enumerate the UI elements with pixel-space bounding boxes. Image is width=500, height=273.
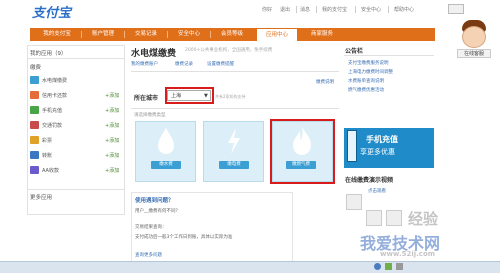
add-link[interactable]: +添加 [105, 137, 119, 144]
lottery-icon [30, 136, 39, 144]
phone-icon [347, 130, 357, 162]
divider [316, 6, 317, 13]
taskbar [0, 261, 500, 273]
add-link[interactable]: +添加 [105, 167, 119, 174]
divider [388, 6, 389, 13]
divider [124, 31, 125, 38]
notice-item[interactable]: 支付宝缴费服务说明 [348, 60, 389, 66]
sidebar-item-lottery[interactable]: 彩票 [42, 137, 52, 144]
nav-account[interactable]: 账户管理 [83, 28, 123, 41]
video-thumbnail[interactable] [366, 210, 382, 226]
notice-title: 公告栏 [345, 48, 364, 55]
sidebar-item-traffic-fine[interactable]: 交通罚款 [42, 122, 62, 129]
credit-card-icon [30, 91, 39, 99]
divider [27, 189, 125, 190]
chevron-down-icon[interactable]: ▼ [204, 93, 208, 99]
nav-transactions[interactable]: 交易记录 [126, 28, 166, 41]
main-nav: 我的支付宝 账户管理 交易记录 安全中心 会员等级 应用中心 商家服务 [30, 28, 435, 41]
faq-line: 支付成功后一般3个工作日到账，具体以实际为准 [135, 235, 233, 240]
top-link-my-alipay[interactable]: 我的支付宝 [322, 6, 347, 13]
sidebar-section-title: 缴费 [30, 65, 42, 71]
page-subtitle: 2000+公共事业机构，全国通用，免手续费 [185, 48, 273, 53]
top-link-logout[interactable]: 退出 [280, 6, 290, 13]
top-link-help[interactable]: 帮助中心 [394, 6, 414, 13]
guide-link[interactable]: 点击观看 [368, 188, 386, 194]
divider [296, 6, 297, 13]
alipay-logo[interactable]: 支付宝 [32, 5, 80, 23]
watermark-experience: 经验 [408, 210, 439, 228]
payment-notes-link[interactable]: 缴费说明 [316, 79, 334, 85]
sidebar-item-aa-collect[interactable]: AA收款 [42, 167, 59, 174]
assistant-avatar[interactable] [462, 26, 486, 48]
traffic-fine-icon [30, 121, 39, 129]
top-link-hello: 你好 [262, 7, 273, 13]
notice-item[interactable]: 水费账单查询说明 [348, 78, 384, 84]
sidebar-item-phone-topup[interactable]: 手机充值 [42, 107, 62, 114]
highlight-box [270, 119, 335, 184]
nav-app-center[interactable]: 应用中心 [256, 28, 298, 41]
divider [344, 55, 434, 56]
page-title: 水电煤缴费 [131, 49, 177, 59]
video-thumbnail[interactable] [386, 210, 402, 226]
sidebar-my-apps: 我的应用（9） [30, 51, 67, 57]
banner-subtitle: 享更多优惠 [360, 148, 395, 156]
add-link[interactable]: +添加 [105, 107, 119, 114]
transfer-icon [30, 151, 39, 159]
notice-item[interactable]: 燃气缴费优惠活动 [348, 87, 384, 93]
top-link-messages[interactable]: 消息 [300, 6, 310, 13]
pay-water-button[interactable]: 缴水费 [151, 161, 181, 169]
nav-membership[interactable]: 会员等级 [212, 28, 252, 41]
assistant-label[interactable]: 在线客服 [457, 49, 491, 58]
sidebar-item-transfer[interactable]: 转账 [42, 152, 52, 159]
notice-item[interactable]: 上海电力缴费时间调整 [348, 69, 393, 75]
water-drop-icon [158, 128, 174, 154]
divider [355, 6, 356, 13]
top-link-security[interactable]: 安全中心 [361, 6, 381, 13]
user-icon[interactable] [448, 4, 464, 14]
phone-icon [30, 106, 39, 114]
reminder-link[interactable]: 设置缴费提醒 [207, 61, 234, 67]
add-link[interactable]: +添加 [105, 92, 119, 99]
faq-line[interactable]: 用户__缴费有何不同？ [135, 208, 180, 214]
pay-electricity-button[interactable]: 缴电费 [219, 161, 249, 169]
sidebar-item-credit-card[interactable]: 信用卡还款 [42, 92, 67, 99]
add-link[interactable]: +添加 [105, 122, 119, 129]
nav-my-alipay[interactable]: 我的支付宝 [34, 28, 80, 41]
city-label: 所在城市 [134, 95, 159, 102]
type-hint: 请选择缴费类型 [134, 113, 166, 118]
nav-security[interactable]: 安全中心 [169, 28, 209, 41]
divider [131, 108, 339, 109]
divider [81, 31, 82, 38]
divider [210, 31, 211, 38]
tray-icon[interactable] [385, 263, 392, 270]
aa-collect-icon [30, 166, 39, 174]
divider [27, 58, 125, 59]
add-link[interactable]: +添加 [105, 152, 119, 159]
divider [167, 31, 168, 38]
my-accounts-link[interactable]: 我的缴费账户 [131, 61, 158, 67]
faq-line: 交易结果查询： [135, 225, 167, 230]
guide-title: 在线缴费演示视频 [345, 177, 394, 184]
utility-icon [30, 76, 39, 84]
payment-records-link[interactable]: 缴费记录 [175, 61, 193, 67]
video-thumbnail[interactable] [346, 194, 362, 210]
sidebar-item-utilities[interactable]: 水电煤缴费 [42, 77, 67, 84]
city-note: 共有2家机构支持 [215, 94, 246, 99]
tray-icon[interactable] [396, 263, 403, 270]
faq-title: 使用遇到问题？ [135, 198, 174, 204]
lightning-icon [228, 128, 240, 154]
watermark-url: www.52ij.com [380, 250, 436, 258]
sidebar-more-apps[interactable]: 更多应用 [30, 193, 52, 201]
divider [131, 71, 339, 72]
nav-merchant[interactable]: 商家服务 [302, 28, 342, 41]
faq-more-link[interactable]: 查询更多问题 [135, 252, 162, 258]
banner-title: 手机充值 [366, 135, 398, 144]
tray-icon[interactable] [374, 263, 381, 270]
